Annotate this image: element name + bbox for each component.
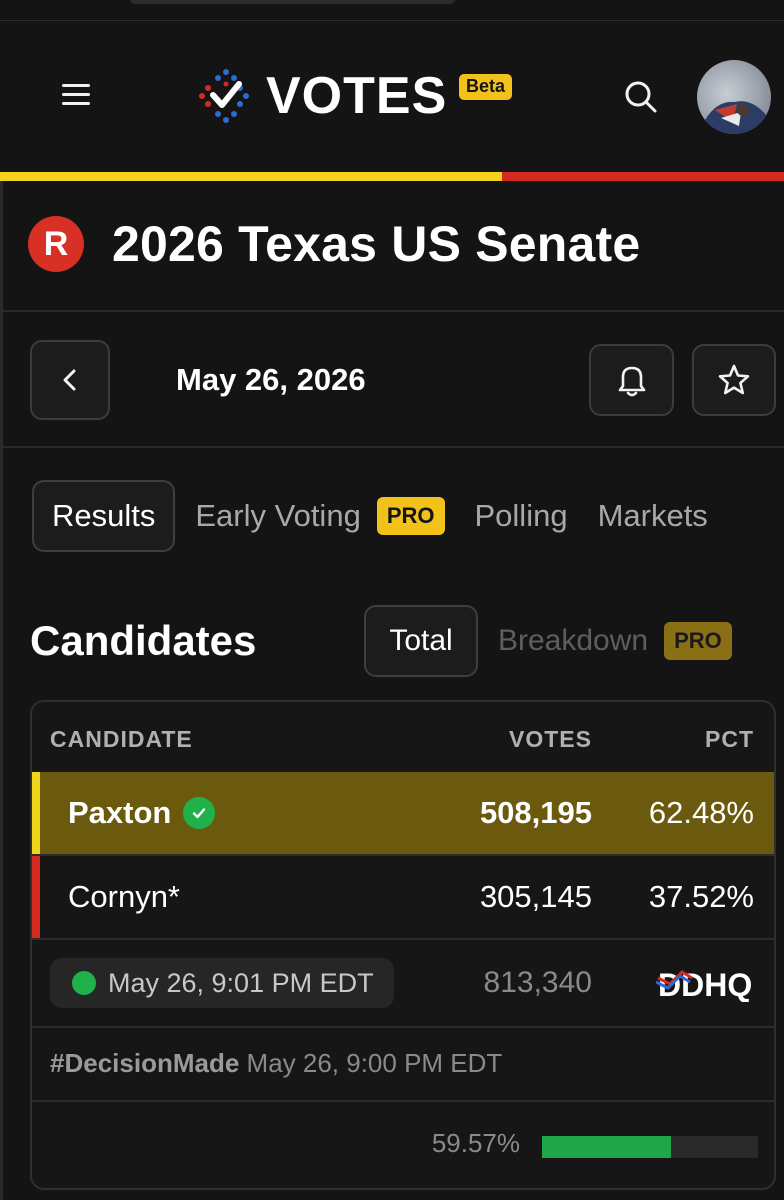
decision-tag: #DecisionMade bbox=[50, 1048, 240, 1078]
notify-button[interactable] bbox=[589, 344, 674, 416]
candidate-pct: 37.52% bbox=[648, 879, 754, 914]
previous-date-button[interactable] bbox=[30, 340, 110, 420]
live-dot-icon bbox=[72, 971, 96, 995]
section-tabs: Results Early Voting PRO Polling Markets bbox=[32, 480, 738, 552]
candidate-votes: 508,195 bbox=[479, 795, 592, 830]
column-header-candidate: CANDIDATE bbox=[50, 726, 193, 752]
reporting-percent: 59.57% bbox=[431, 1128, 520, 1158]
brand-name: VOTES bbox=[266, 67, 448, 125]
app-header: VOTES Beta bbox=[0, 22, 784, 172]
status-bar-pill bbox=[130, 0, 455, 4]
tab-results[interactable]: Results bbox=[32, 480, 176, 552]
search-icon bbox=[625, 81, 657, 113]
tab-polling[interactable]: Polling bbox=[475, 498, 568, 534]
tab-early-voting[interactable]: Early Voting PRO bbox=[195, 497, 445, 535]
chevron-left-icon bbox=[63, 369, 76, 391]
table-row[interactable]: Paxton 508,195 62.48% bbox=[32, 772, 774, 854]
decision-note: #DecisionMade May 26, 9:00 PM EDT bbox=[50, 1048, 502, 1079]
menu-button[interactable] bbox=[62, 84, 90, 108]
hamburger-menu-icon bbox=[62, 84, 90, 87]
candidate-pct: 62.48% bbox=[648, 795, 754, 830]
candidates-heading: Candidates bbox=[30, 617, 257, 664]
votes-logo-icon bbox=[199, 69, 249, 123]
party-badge: R bbox=[28, 216, 84, 272]
party-stripe bbox=[32, 772, 40, 854]
decision-time: May 26, 9:00 PM EDT bbox=[246, 1048, 503, 1078]
star-icon bbox=[718, 364, 750, 395]
column-header-votes: VOTES bbox=[509, 726, 592, 752]
page-title: 2026 Texas US Senate bbox=[112, 216, 641, 272]
pro-badge: PRO bbox=[376, 497, 445, 535]
brand-logo[interactable]: VOTES Beta bbox=[194, 64, 513, 128]
reporting-progress-bar bbox=[542, 1136, 758, 1158]
top-divider bbox=[0, 20, 784, 21]
toggle-total-button[interactable]: Total bbox=[364, 605, 478, 677]
table-row[interactable]: Cornyn* 305,145 37.52% bbox=[32, 856, 774, 938]
candidate-name: Cornyn* bbox=[68, 879, 180, 914]
results-table: CANDIDATE VOTES PCT Paxton 508,195 62.48… bbox=[30, 700, 776, 1190]
ddhq-logo[interactable]: DDHQ bbox=[655, 964, 756, 1007]
candidate-votes: 305,145 bbox=[479, 879, 592, 914]
favorite-button[interactable] bbox=[692, 344, 776, 416]
reporting-progress-fill bbox=[542, 1136, 671, 1158]
search-button[interactable] bbox=[622, 78, 660, 116]
last-updated-time: May 26, 9:01 PM EDT bbox=[108, 967, 374, 998]
divider bbox=[0, 310, 784, 312]
column-header-pct: PCT bbox=[705, 726, 754, 752]
election-date: May 26, 2026 bbox=[176, 362, 366, 397]
party-stripe bbox=[32, 856, 40, 938]
bell-icon bbox=[618, 366, 645, 397]
winner-check-icon bbox=[183, 797, 216, 829]
total-votes: 813,340 bbox=[483, 966, 592, 999]
tab-markets[interactable]: Markets bbox=[598, 498, 708, 534]
toggle-breakdown-button[interactable]: Breakdown PRO bbox=[498, 605, 732, 677]
beta-badge: Beta bbox=[459, 74, 513, 100]
race-title-row: R 2026 Texas US Senate bbox=[28, 215, 640, 273]
candidate-name: Paxton bbox=[68, 795, 172, 830]
pro-badge: PRO bbox=[664, 622, 732, 660]
user-avatar[interactable] bbox=[697, 60, 771, 134]
divider bbox=[0, 446, 784, 448]
left-frame-border bbox=[0, 181, 3, 1200]
last-updated-badge: May 26, 9:01 PM EDT bbox=[50, 958, 394, 1008]
party-color-bar bbox=[0, 172, 784, 181]
